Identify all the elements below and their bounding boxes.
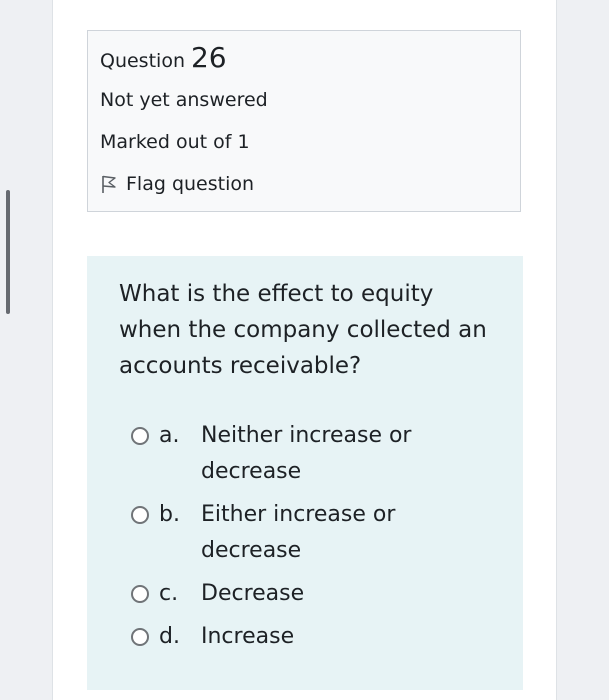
answer-option-a[interactable]: a. Neither increase or decrease <box>131 418 511 490</box>
flag-icon <box>100 174 118 194</box>
flag-question-link[interactable]: Flag question <box>100 173 254 195</box>
question-number: 26 <box>190 41 227 74</box>
answer-label: Either increase or decrease <box>201 502 396 563</box>
question-label: Question <box>100 50 185 72</box>
answer-label: Decrease <box>201 581 305 606</box>
question-info-panel: Question 26 Not yet answered Marked out … <box>87 30 521 212</box>
flag-question-label: Flag question <box>126 173 255 195</box>
question-text: What is the effect to equity when the co… <box>119 281 487 379</box>
question-grade: Marked out of 1 <box>100 131 250 153</box>
question-state: Not yet answered <box>100 89 268 111</box>
answer-options: a. Neither increase or decrease b. Eithe… <box>131 418 511 662</box>
answer-option-d[interactable]: d. Increase <box>131 619 511 655</box>
answer-option-b[interactable]: b. Either increase or decrease <box>131 497 511 569</box>
answer-label: Neither increase or decrease <box>201 423 412 484</box>
question-content: What is the effect to equity when the co… <box>87 256 523 690</box>
answer-label: Increase <box>201 624 295 649</box>
radio-button-a[interactable] <box>131 427 149 445</box>
question-number-heading: Question 26 <box>100 41 227 74</box>
answer-letter: b. <box>159 502 180 527</box>
radio-button-d[interactable] <box>131 628 149 646</box>
answer-letter: a. <box>159 423 180 448</box>
radio-button-b[interactable] <box>131 506 149 524</box>
answer-letter: d. <box>159 624 180 649</box>
radio-button-c[interactable] <box>131 585 149 603</box>
answer-option-c[interactable]: c. Decrease <box>131 576 511 612</box>
answer-letter: c. <box>159 581 179 606</box>
scrollbar[interactable] <box>6 190 10 314</box>
